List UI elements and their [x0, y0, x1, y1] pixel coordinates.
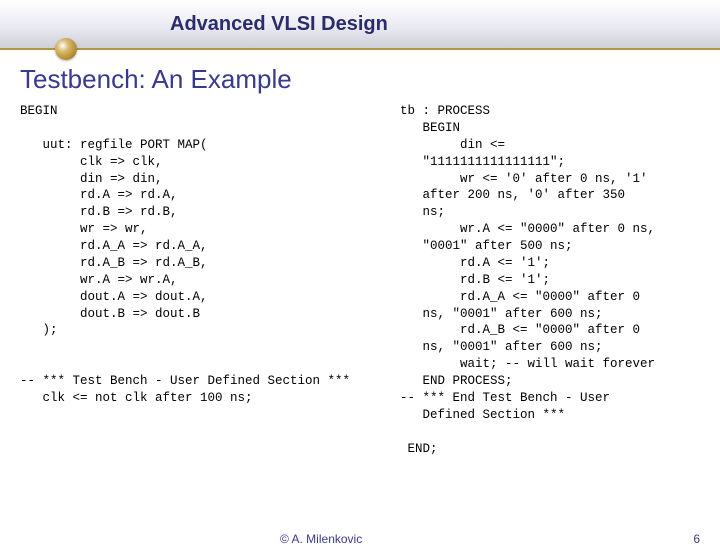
- slide-header: Advanced VLSI Design: [0, 0, 720, 50]
- course-title: Advanced VLSI Design: [170, 13, 388, 36]
- code-right: tb : PROCESS BEGIN din <= "1111111111111…: [400, 103, 700, 457]
- slide-title: Testbench: An Example: [20, 64, 720, 95]
- author-label: © A. Milenkovic: [280, 532, 362, 546]
- decorative-sphere-icon: [55, 38, 77, 60]
- code-columns: BEGIN uut: regfile PORT MAP( clk => clk,…: [0, 103, 720, 457]
- code-left: BEGIN uut: regfile PORT MAP( clk => clk,…: [20, 103, 380, 457]
- page-number: 6: [693, 532, 700, 546]
